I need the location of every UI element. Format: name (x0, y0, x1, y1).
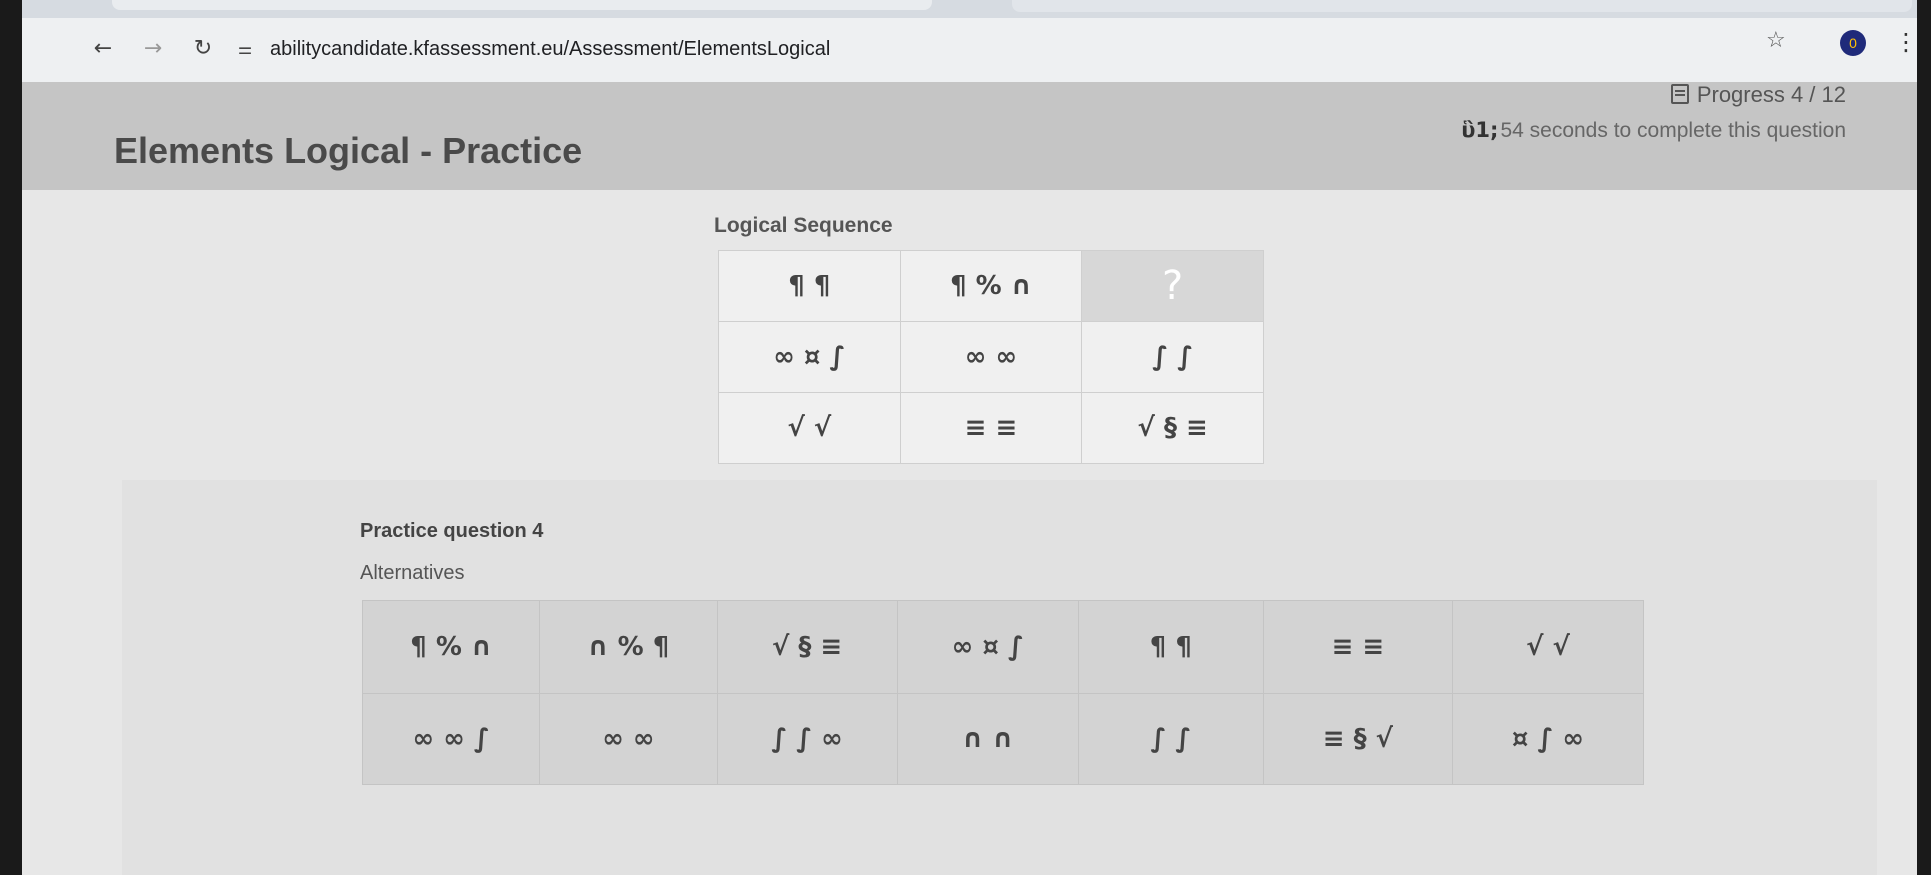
sequence-cell: √ √ (718, 392, 901, 464)
alternative-option[interactable]: ∫ ∫ (1077, 693, 1264, 785)
alternative-option[interactable]: ∞ ∞ ∫ (361, 693, 541, 785)
alternative-option[interactable]: ∞ ¤ ∫ (896, 600, 1079, 694)
question-title: Practice question 4 (360, 520, 544, 542)
reload-icon[interactable]: ↻ (190, 36, 216, 62)
arrow-right-icon[interactable]: → (140, 36, 166, 62)
arrow-left-icon[interactable]: ← (90, 36, 116, 62)
sequence-cell: ¶ % ∩ (899, 250, 1083, 322)
sequence-label: Logical Sequence (714, 214, 893, 237)
progress-indicator: Progress 4 / 12 (1670, 82, 1846, 108)
progress-text: Progress 4 / 12 (1696, 82, 1846, 107)
alternatives-grid: ¶ % ∩ ∩ % ¶ √ § ≡ ∞ ¤ ∫ ¶ ¶ ≡ ≡ √ √ ∞ ∞ … (361, 600, 1645, 785)
sequence-cell: ∞ ¤ ∫ (718, 321, 901, 393)
main-content: Logical Sequence ¶ ¶ ¶ % ∩ ? ∞ ¤ ∫ ∞ ∞ ∫… (22, 190, 1917, 875)
address-bar[interactable]: abilitycandidate.kfassessment.eu/Assessm… (270, 38, 830, 61)
sequence-unknown-cell: ? (1081, 250, 1264, 322)
stopwatch-icon: ὓ1; (1461, 118, 1499, 142)
alternative-option[interactable]: √ √ (1451, 600, 1645, 694)
alternative-option[interactable]: ¶ ¶ (1077, 600, 1264, 694)
alternative-option[interactable]: ∩ ∩ (896, 693, 1079, 785)
alternative-option[interactable]: ∞ ∞ (539, 693, 718, 785)
avatar[interactable]: 0 (1840, 30, 1866, 56)
alternative-option[interactable]: ¶ % ∩ (361, 600, 541, 694)
browser-tab[interactable] (112, 0, 932, 10)
sequence-cell: √ § ≡ (1081, 392, 1264, 464)
tab-strip (22, 0, 1917, 18)
sequence-cell: ∞ ∞ (899, 321, 1083, 393)
practice-panel: Practice question 4 Alternatives ¶ % ∩ ∩… (122, 480, 1877, 875)
alternative-option[interactable]: ¤ ∫ ∞ (1451, 693, 1645, 785)
alternative-option[interactable]: √ § ≡ (716, 600, 898, 694)
sequence-cell: ¶ ¶ (718, 250, 901, 322)
kebab-icon[interactable]: ⋮ (1894, 28, 1917, 56)
tune-icon[interactable]: ⚌ (234, 38, 256, 60)
sequence-grid: ¶ ¶ ¶ % ∩ ? ∞ ¤ ∫ ∞ ∞ ∫ ∫ √ √ ≡ ≡ √ § ≡ (718, 250, 1264, 464)
alternative-option[interactable]: ≡ § √ (1262, 693, 1453, 785)
browser-tab[interactable] (1012, 0, 1912, 12)
sequence-cell: ≡ ≡ (899, 392, 1083, 464)
browser-toolbar: ← → ↻ ⚌ abilitycandidate.kfassessment.eu… (22, 18, 1917, 82)
sequence-cell: ∫ ∫ (1081, 321, 1264, 393)
alternative-option[interactable]: ∩ % ¶ (539, 600, 718, 694)
alternative-option[interactable]: ∫ ∫ ∞ (716, 693, 898, 785)
alternatives-label: Alternatives (360, 562, 465, 584)
star-icon[interactable]: ☆ (1766, 28, 1786, 53)
page-title: Elements Logical - Practice (114, 130, 583, 171)
document-icon (1670, 84, 1689, 104)
screen: ← → ↻ ⚌ abilitycandidate.kfassessment.eu… (22, 0, 1917, 875)
timer-text: 54 seconds to complete this question (1500, 119, 1846, 142)
alternative-option[interactable]: ≡ ≡ (1262, 600, 1453, 694)
app-header: Elements Logical - Practice Progress 4 /… (22, 82, 1917, 190)
timer: ὓ1;54 seconds to complete this question (1461, 118, 1846, 143)
